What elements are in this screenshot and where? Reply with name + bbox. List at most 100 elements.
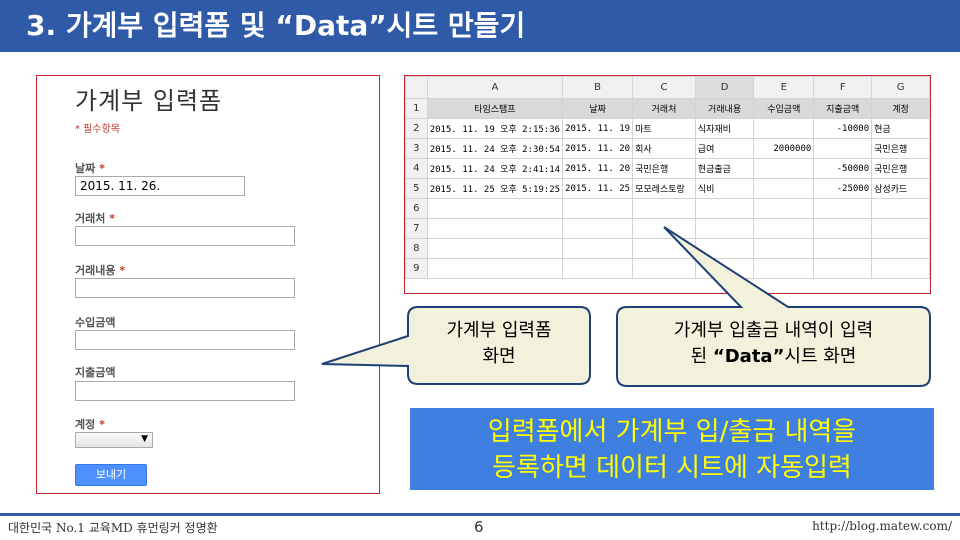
sheet-cell[interactable]: [813, 238, 873, 259]
sheet-cell[interactable]: 모모레스토랑: [632, 178, 696, 199]
sheet-cell[interactable]: 국민은행: [871, 138, 930, 159]
sheet-cell[interactable]: [426, 238, 564, 259]
row-number[interactable]: 2: [405, 118, 428, 139]
sheet-cell[interactable]: [562, 198, 634, 219]
sheet-cell[interactable]: 회사: [632, 138, 696, 159]
sheet-cell[interactable]: [694, 218, 755, 239]
sheet-cell[interactable]: -25000: [813, 178, 873, 199]
row-number[interactable]: 3: [405, 138, 428, 159]
sheet-cell[interactable]: [632, 198, 696, 219]
sheet-cell[interactable]: 식자재비: [694, 118, 755, 139]
sheet-cell[interactable]: [813, 198, 873, 219]
column-header-f[interactable]: F: [813, 76, 873, 99]
sheet-cell[interactable]: 거래내용: [694, 98, 755, 119]
sheet-cell[interactable]: [426, 198, 564, 219]
sheet-cell[interactable]: [871, 258, 930, 279]
sheet-cell[interactable]: 2015. 11. 20: [562, 138, 634, 159]
sheet-cell[interactable]: [753, 178, 815, 199]
sheet-cell[interactable]: 2015. 11. 25 오후 5:19:25: [426, 178, 564, 199]
account-select[interactable]: ▼: [75, 432, 153, 448]
sheet-cell[interactable]: [694, 198, 755, 219]
sheet-cell[interactable]: 계정: [871, 98, 930, 119]
highlight-line1: 입력폼에서 가계부 입/출금 내역을: [487, 417, 857, 447]
sheet-cell[interactable]: [813, 218, 873, 239]
income-field[interactable]: [75, 330, 295, 350]
sheet-cell[interactable]: [813, 138, 873, 159]
sheet-callout-line2-bold: “Data”: [712, 346, 785, 367]
sheet-cell[interactable]: 현금: [871, 118, 930, 139]
sheet-cell[interactable]: [753, 218, 815, 239]
column-header-e[interactable]: E: [753, 76, 815, 99]
sheet-cell[interactable]: [871, 198, 930, 219]
sheet-cell[interactable]: [562, 238, 634, 259]
sheet-callout-text: 가계부 입출금 내역이 입력 된 “Data”시트 화면: [617, 318, 930, 370]
sheet-cell[interactable]: 2015. 11. 19: [562, 118, 634, 139]
sheet-cell[interactable]: [562, 258, 634, 279]
submit-button[interactable]: 보내기: [75, 464, 147, 486]
sheet-cell[interactable]: [753, 158, 815, 179]
sheet-cell[interactable]: [632, 258, 696, 279]
vendor-field-label: 거래처 *: [75, 210, 115, 226]
column-header-g[interactable]: G: [871, 76, 930, 99]
sheet-cell[interactable]: [753, 258, 815, 279]
sheet-cell[interactable]: [753, 198, 815, 219]
sheet-cell[interactable]: 국민은행: [632, 158, 696, 179]
sheet-cell[interactable]: 급여: [694, 138, 755, 159]
sheet-cell[interactable]: -10000: [813, 118, 873, 139]
row-number[interactable]: 6: [405, 198, 428, 219]
sheet-cell[interactable]: [632, 218, 696, 239]
footer-url[interactable]: http://blog.matew.com/: [812, 519, 952, 533]
sheet-cell[interactable]: [753, 118, 815, 139]
required-note: * 필수항목: [75, 124, 120, 135]
row-number[interactable]: 8: [405, 238, 428, 259]
description-field[interactable]: [75, 278, 295, 298]
vendor-field[interactable]: [75, 226, 295, 246]
row-number[interactable]: 9: [405, 258, 428, 279]
row-number[interactable]: 7: [405, 218, 428, 239]
sheet-cell[interactable]: [694, 238, 755, 259]
column-header-b[interactable]: B: [562, 76, 634, 99]
sheet-cell[interactable]: 수입금액: [753, 98, 815, 119]
sheet-cell[interactable]: [562, 218, 634, 239]
row-number[interactable]: 1: [405, 98, 428, 119]
column-header-a[interactable]: A: [426, 76, 564, 99]
sheet-cell[interactable]: [871, 238, 930, 259]
sheet-cell[interactable]: 날짜: [562, 98, 634, 119]
account-field-label: 계정 *: [75, 416, 105, 432]
sheet-cell[interactable]: -50000: [813, 158, 873, 179]
sheet-cell[interactable]: [694, 258, 755, 279]
sheet-cell[interactable]: 2015. 11. 19 오후 2:15:36: [426, 118, 564, 139]
expense-field[interactable]: [75, 381, 295, 401]
column-header-c[interactable]: C: [632, 76, 696, 99]
sheet-cell[interactable]: 삼성카드: [871, 178, 930, 199]
sheet-cell[interactable]: 2015. 11. 25: [562, 178, 634, 199]
sheet-cell[interactable]: 타임스탬프: [426, 98, 564, 119]
description-field-label: 거래내용 *: [75, 262, 125, 278]
corner-cell[interactable]: [405, 76, 428, 99]
sheet-cell[interactable]: 마트: [632, 118, 696, 139]
sheet-cell[interactable]: [426, 258, 564, 279]
row-number[interactable]: 4: [405, 158, 428, 179]
column-header-d[interactable]: D: [694, 76, 755, 99]
expense-field-label: 지출금액: [75, 364, 115, 380]
sheet-cell[interactable]: 2015. 11. 20: [562, 158, 634, 179]
sheet-cell[interactable]: [426, 218, 564, 239]
date-field[interactable]: [75, 176, 245, 196]
data-sheet: A B C D E F G 1 타임스탬프 날짜 거래처 거래내용 수입금액 지출금액 계정 2 2015. 1…: [405, 76, 930, 279]
sheet-cell[interactable]: [753, 238, 815, 259]
sheet-cell[interactable]: [871, 218, 930, 239]
sheet-cell[interactable]: 2015. 11. 24 오후 2:41:14: [426, 158, 564, 179]
description-label-text: 거래내용: [75, 264, 116, 277]
sheet-cell[interactable]: [813, 258, 873, 279]
sheet-cell[interactable]: [632, 238, 696, 259]
sheet-cell[interactable]: 식비: [694, 178, 755, 199]
sheet-cell[interactable]: 2000000: [753, 138, 815, 159]
sheet-cell[interactable]: 2015. 11. 24 오후 2:30:54: [426, 138, 564, 159]
row-number[interactable]: 5: [405, 178, 428, 199]
vendor-label-text: 거래처: [75, 212, 106, 225]
sheet-cell[interactable]: 현금출금: [694, 158, 755, 179]
sheet-cell[interactable]: 지출금액: [813, 98, 873, 119]
sheet-cell[interactable]: 국민은행: [871, 158, 930, 179]
slide-title: 3. 가계부 입력폼 및 “Data”시트 만들기: [26, 9, 526, 42]
sheet-cell[interactable]: 거래처: [632, 98, 696, 119]
